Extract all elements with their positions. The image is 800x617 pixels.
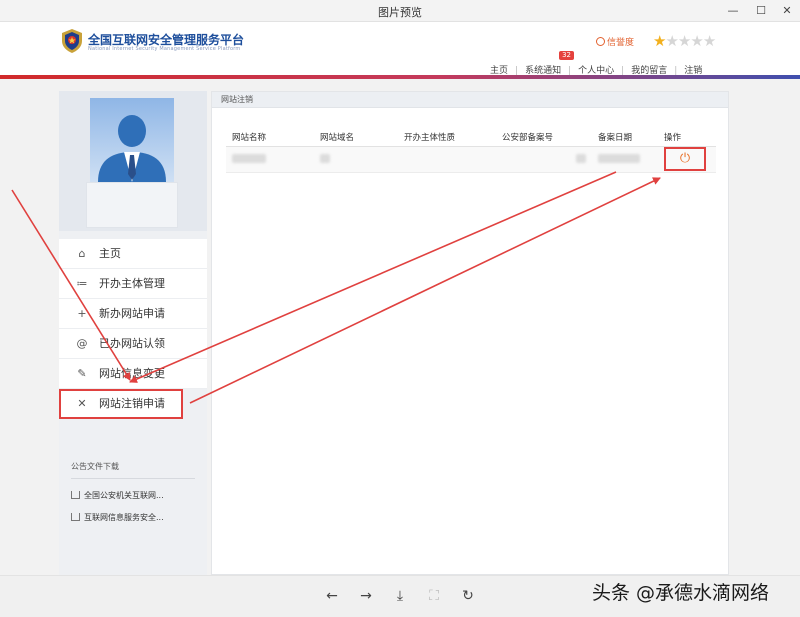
website-domain-cell — [314, 146, 398, 173]
minimize-button[interactable]: — — [724, 2, 742, 20]
at-icon: @ — [76, 337, 88, 350]
power-icon: ⏻ — [679, 151, 691, 166]
window-titlebar: 图片预览 — ☐ ✕ — [0, 0, 800, 22]
site-subtitle: National Internet Security Management Se… — [88, 46, 241, 52]
sidebar-item-label: 开办主体管理 — [99, 277, 165, 290]
redacted-value — [232, 153, 266, 163]
fit-button[interactable]: ⛶ — [424, 586, 444, 606]
panel-title: 网站注销 — [212, 92, 728, 108]
maximize-button[interactable]: ☐ — [752, 2, 770, 20]
close-icon: ✕ — [77, 397, 87, 410]
redacted-value — [320, 153, 330, 163]
entity-type-cell — [398, 146, 496, 173]
website-table: 网站名称 网站域名 开办主体性质 公安部备案号 备案日期 操作 ⏻ — [226, 128, 716, 173]
table-header-row: 网站名称 网站域名 开办主体性质 公安部备案号 备案日期 操作 — [226, 128, 716, 147]
list-icon: ≔ — [76, 277, 88, 290]
sidebar: ⌂ 主页 ≔ 开办主体管理 + 新办网站申请 @ 已办网站认领 ✎ 网站信息变更… — [59, 91, 207, 575]
next-button[interactable]: → — [356, 586, 376, 606]
close-button[interactable]: ✕ — [778, 2, 796, 20]
sidebar-item-new-website[interactable]: + 新办网站申请 — [59, 299, 207, 329]
download-button[interactable]: ⤓ — [390, 586, 410, 606]
sidebar-item-label: 网站信息变更 — [99, 367, 165, 380]
avatar — [90, 98, 174, 182]
record-number-cell — [496, 146, 592, 173]
download-link[interactable]: 全国公安机关互联网... — [71, 490, 195, 501]
sidebar-item-label: 已办网站认领 — [99, 337, 165, 350]
download-icon — [71, 491, 80, 499]
site-header: 全国互联网安全管理服务平台 National Internet Security… — [0, 22, 800, 79]
download-icon — [71, 513, 80, 521]
sidebar-item-claim-website[interactable]: @ 已办网站认领 — [59, 329, 207, 359]
column-header: 网站名称 — [226, 128, 314, 147]
table-row: ⏻ — [226, 146, 716, 173]
column-header: 开办主体性质 — [398, 128, 496, 147]
announcement-downloads: 公告文件下载 全国公安机关互联网... 互联网信息服务安全... — [71, 461, 195, 523]
watermark: 头条 @承德水滴网络 — [592, 582, 770, 604]
sidebar-item-label: 网站注销申请 — [99, 397, 165, 410]
column-header: 公安部备案号 — [496, 128, 592, 147]
record-date-cell — [592, 146, 658, 173]
edit-icon: ✎ — [77, 367, 87, 380]
sidebar-item-label: 主页 — [99, 247, 121, 260]
window-title: 图片预览 — [378, 6, 422, 19]
image-viewer: 全国互联网安全管理服务平台 National Internet Security… — [0, 22, 800, 575]
credit-stars: ★★★★★ — [653, 32, 716, 50]
sidebar-item-cancel-website[interactable]: ✕ 网站注销申请 — [59, 389, 183, 419]
plus-icon: + — [77, 307, 87, 320]
notification-badge: 32 — [559, 51, 574, 60]
sidebar-item-home[interactable]: ⌂ 主页 — [59, 239, 207, 269]
redacted-value — [576, 153, 586, 163]
column-header: 操作 — [658, 128, 716, 147]
rotate-button[interactable]: ↻ — [458, 586, 478, 606]
star-empty-icon: ★ — [690, 32, 703, 50]
downloads-title: 公告文件下载 — [71, 461, 195, 479]
sidebar-menu: ⌂ 主页 ≔ 开办主体管理 + 新办网站申请 @ 已办网站认领 ✎ 网站信息变更… — [59, 239, 207, 419]
sidebar-item-change-info[interactable]: ✎ 网站信息变更 — [59, 359, 207, 389]
star-filled-icon: ★ — [653, 32, 666, 50]
sidebar-item-label: 新办网站申请 — [99, 307, 165, 320]
redacted-value — [598, 153, 640, 163]
cancel-website-button[interactable]: ⏻ — [664, 147, 706, 171]
sidebar-item-entity-management[interactable]: ≔ 开办主体管理 — [59, 269, 207, 299]
star-empty-icon: ★ — [702, 32, 716, 50]
star-empty-icon: ★ — [677, 32, 691, 50]
prev-button[interactable]: ← — [322, 586, 342, 606]
profile-card — [59, 91, 207, 231]
police-emblem-icon — [62, 29, 82, 53]
profile-name-box — [86, 182, 178, 228]
action-cell: ⏻ — [658, 146, 716, 173]
main-panel: 网站注销 网站名称 网站域名 开办主体性质 公安部备案号 备案日期 操作 ⏻ — [211, 91, 729, 575]
download-link[interactable]: 互联网信息服务安全... — [71, 512, 195, 523]
home-icon: ⌂ — [78, 247, 86, 260]
user-icon — [596, 37, 605, 46]
column-header: 网站域名 — [314, 128, 398, 147]
star-empty-icon: ★ — [665, 32, 678, 50]
column-header: 备案日期 — [592, 128, 658, 147]
website-name-cell — [226, 146, 314, 173]
credit-rating-label: 信誉度 — [596, 35, 634, 48]
